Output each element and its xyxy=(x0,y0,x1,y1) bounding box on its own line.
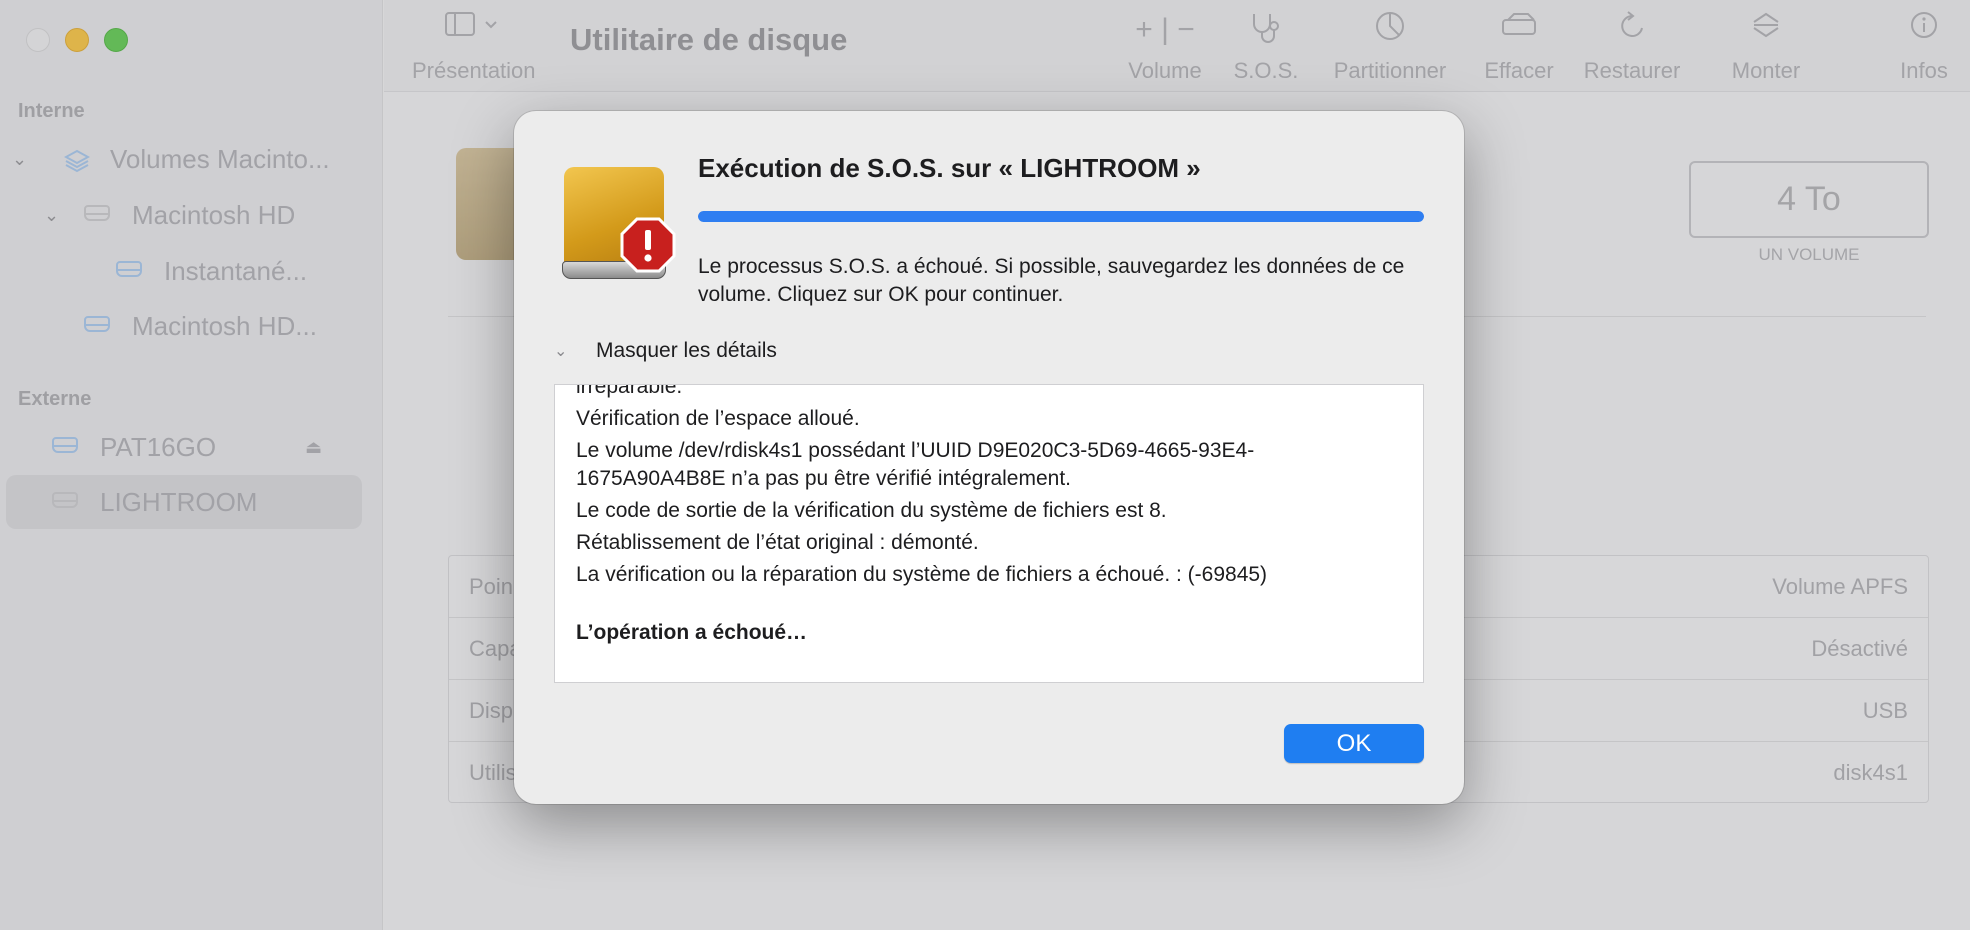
log-result: L’opération a échoué… xyxy=(576,621,808,644)
log-line: La vérification ou la réparation du syst… xyxy=(576,563,1268,586)
log-line: irréparable. xyxy=(576,384,683,398)
log-line: Vérification de l’espace alloué. xyxy=(576,407,860,430)
external-disk-icon xyxy=(558,159,676,279)
progress-fill xyxy=(698,211,1424,222)
log-line: Rétablissement de l’état original : démo… xyxy=(576,531,979,554)
chevron-down-icon: ⌄ xyxy=(554,343,568,360)
log-content: irréparable. Vérification de l’espace al… xyxy=(576,384,1396,651)
first-aid-dialog: Exécution de S.O.S. sur « LIGHTROOM » Le… xyxy=(514,111,1464,804)
progress-bar xyxy=(698,211,1424,222)
dialog-title: Exécution de S.O.S. sur « LIGHTROOM » xyxy=(698,153,1201,183)
dialog-message: Le processus S.O.S. a échoué. Si possibl… xyxy=(698,255,1405,306)
details-log[interactable]: irréparable. Vérification de l’espace al… xyxy=(554,384,1424,683)
ok-button[interactable]: OK xyxy=(1284,724,1424,763)
log-line: Le volume /dev/rdisk4s1 possédant l’UUID… xyxy=(576,439,1255,490)
hide-details-toggle[interactable]: ⌄ Masquer les détails xyxy=(554,339,777,363)
alert-icon xyxy=(620,217,676,273)
log-line: Le code de sortie de la vérification du … xyxy=(576,499,1167,522)
details-toggle-label: Masquer les détails xyxy=(596,339,777,362)
